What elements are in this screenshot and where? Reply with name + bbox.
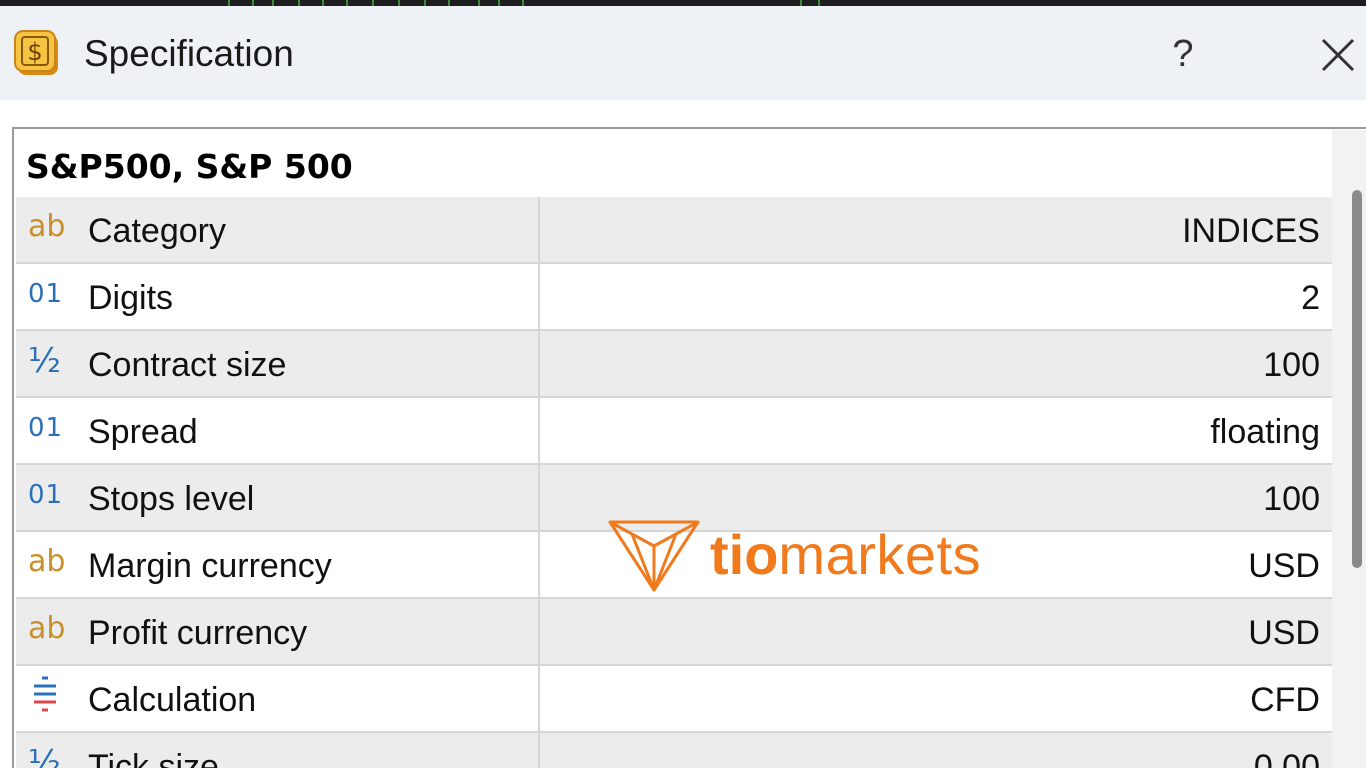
column-divider — [538, 264, 540, 329]
property-row[interactable]: 01 Stops level 100 — [16, 465, 1332, 532]
property-value: USD — [1248, 614, 1320, 652]
text-type-icon: ab — [28, 611, 66, 646]
text-type-icon: ab — [28, 209, 66, 244]
property-row[interactable]: 01 Spread floating — [16, 398, 1332, 465]
property-value: INDICES — [1182, 212, 1320, 250]
property-value: USD — [1248, 547, 1320, 585]
window-title: Specification — [84, 33, 294, 74]
property-row[interactable]: ½ Tick size 0.00 — [16, 733, 1332, 768]
property-label: Profit currency — [88, 614, 308, 652]
column-divider — [538, 197, 540, 262]
symbol-heading: S&P500, S&P 500 — [26, 147, 353, 186]
integer-type-icon: 01 — [28, 413, 64, 443]
column-divider — [538, 599, 540, 664]
property-row[interactable]: ab Profit currency USD — [16, 599, 1332, 666]
property-label: Calculation — [88, 681, 257, 719]
specification-window: $ Specification ? S&P500, S&P 500 ab Cate… — [0, 0, 1366, 768]
property-row[interactable]: ab Margin currency USD — [16, 532, 1332, 599]
property-label: Digits — [88, 279, 174, 317]
column-divider — [538, 331, 540, 396]
dollar-icon: $ — [14, 30, 58, 75]
fraction-type-icon: ½ — [28, 341, 61, 381]
property-label: Margin currency — [88, 547, 332, 585]
property-value: CFD — [1250, 681, 1320, 719]
property-label: Contract size — [88, 346, 287, 384]
text-type-icon: ab — [28, 544, 66, 579]
property-value: floating — [1210, 413, 1320, 451]
property-row[interactable]: 01 Digits 2 — [16, 264, 1332, 331]
column-divider — [538, 666, 540, 731]
property-value: 100 — [1263, 480, 1320, 518]
column-divider — [538, 532, 540, 597]
integer-type-icon: 01 — [28, 480, 64, 510]
property-row[interactable]: ab Category INDICES — [16, 197, 1332, 264]
property-value: 0.00 — [1253, 748, 1320, 768]
property-row[interactable]: ½ Contract size 100 — [16, 331, 1332, 398]
scrollbar-thumb[interactable] — [1352, 190, 1362, 568]
column-divider — [538, 465, 540, 530]
property-label: Tick size — [88, 748, 219, 768]
specification-table: S&P500, S&P 500 ab Category INDICES 01 Digit… — [12, 127, 1366, 768]
property-label: Spread — [88, 413, 198, 451]
property-rows: ab Category INDICES 01 Digits 2 ½ Contract size… — [16, 197, 1332, 768]
property-label: Stops level — [88, 480, 255, 518]
column-divider — [538, 733, 540, 768]
help-button[interactable]: ? — [1158, 28, 1208, 80]
fraction-type-icon: ½ — [28, 743, 61, 768]
property-row[interactable]: Calculation CFD — [16, 666, 1332, 733]
property-label: Category — [88, 212, 226, 250]
close-icon[interactable] — [1313, 30, 1363, 80]
column-divider — [538, 398, 540, 463]
property-value: 100 — [1263, 346, 1320, 384]
title-bar[interactable]: $ Specification ? — [0, 6, 1366, 100]
property-value: 2 — [1301, 279, 1320, 317]
integer-type-icon: 01 — [28, 279, 64, 309]
calculation-mode-icon — [28, 674, 72, 718]
dollar-glyph: $ — [27, 38, 42, 66]
